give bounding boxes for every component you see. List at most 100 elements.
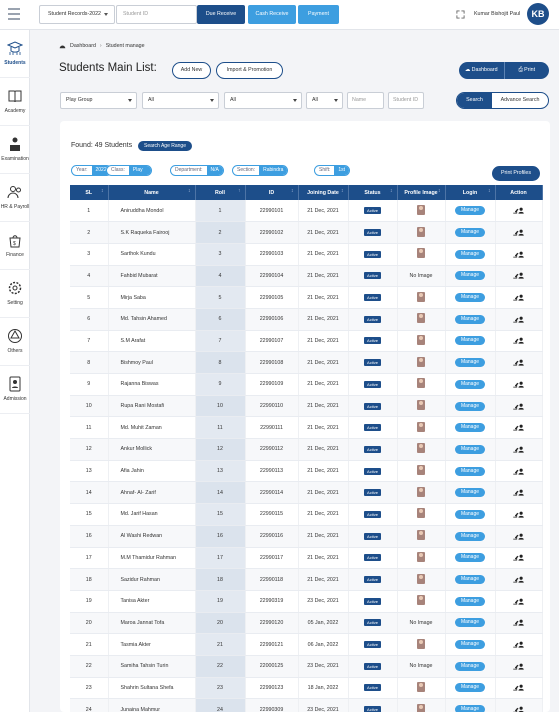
- user-icon[interactable]: [518, 359, 524, 366]
- profile-photo[interactable]: [417, 595, 425, 606]
- sidebar-item-hr-payroll[interactable]: HR & Payroll: [0, 174, 30, 222]
- manage-button[interactable]: Manage: [455, 228, 485, 238]
- user-icon[interactable]: [518, 620, 524, 626]
- user-icon[interactable]: [518, 685, 524, 692]
- user-icon[interactable]: [518, 424, 524, 431]
- import-promotion-button[interactable]: Import & Promotion: [216, 62, 283, 79]
- manage-button[interactable]: Manage: [455, 401, 485, 411]
- group-select[interactable]: Play Group: [60, 92, 137, 109]
- edit-icon[interactable]: [513, 577, 519, 583]
- edit-icon[interactable]: [513, 208, 519, 214]
- profile-photo[interactable]: [417, 638, 425, 649]
- dashboard-button[interactable]: ☁ Dashboard: [459, 62, 505, 79]
- edit-icon[interactable]: [513, 534, 519, 540]
- edit-icon[interactable]: [513, 556, 519, 561]
- edit-icon[interactable]: [513, 230, 519, 236]
- advance-search-button[interactable]: Advance Search: [492, 93, 548, 108]
- due-receive-button[interactable]: Due Receive: [197, 5, 245, 24]
- sidebar-item-finance[interactable]: $ Finance: [0, 222, 30, 270]
- manage-button[interactable]: Manage: [455, 379, 485, 389]
- edit-icon[interactable]: [513, 447, 519, 453]
- menu-icon[interactable]: [8, 8, 22, 20]
- user-name[interactable]: Kumar Bishojit Paul: [474, 11, 520, 17]
- manage-button[interactable]: Manage: [455, 314, 485, 324]
- user-icon[interactable]: [518, 294, 524, 301]
- profile-photo[interactable]: [417, 681, 425, 692]
- profile-photo[interactable]: [417, 378, 425, 389]
- user-icon[interactable]: [518, 316, 524, 323]
- manage-button[interactable]: Manage: [455, 509, 485, 519]
- fullscreen-icon[interactable]: [456, 10, 465, 19]
- manage-button[interactable]: Manage: [455, 336, 485, 346]
- edit-icon[interactable]: [513, 425, 519, 431]
- print-button[interactable]: ⎙ Print: [505, 62, 550, 79]
- user-icon[interactable]: [518, 554, 524, 561]
- user-icon[interactable]: [518, 576, 524, 583]
- user-icon[interactable]: [518, 229, 524, 236]
- edit-icon[interactable]: [513, 664, 519, 670]
- breadcrumb-home[interactable]: Dashboard: [70, 43, 96, 49]
- student-id-filter-input[interactable]: Student ID: [388, 92, 424, 109]
- col-name[interactable]: Name ↕: [108, 185, 196, 200]
- edit-icon[interactable]: [513, 707, 519, 712]
- user-icon[interactable]: [518, 273, 524, 279]
- manage-button[interactable]: Manage: [455, 249, 485, 259]
- user-icon[interactable]: [518, 511, 524, 518]
- edit-icon[interactable]: [513, 339, 519, 344]
- manage-button[interactable]: Manage: [455, 596, 485, 606]
- profile-photo[interactable]: [417, 313, 425, 324]
- student-id-input[interactable]: Student ID: [116, 5, 197, 24]
- edit-icon[interactable]: [513, 621, 519, 626]
- edit-icon[interactable]: [513, 491, 519, 496]
- edit-icon[interactable]: [513, 642, 519, 648]
- profile-photo[interactable]: [417, 204, 425, 215]
- manage-button[interactable]: Manage: [455, 618, 485, 628]
- profile-photo[interactable]: [417, 421, 425, 432]
- name-input[interactable]: Name: [347, 92, 384, 109]
- col-sl[interactable]: SL ↕: [70, 185, 109, 200]
- cash-receive-button[interactable]: Cash Receive: [248, 5, 296, 24]
- user-icon[interactable]: [518, 706, 524, 712]
- col-status[interactable]: Status ↕: [348, 185, 398, 200]
- edit-icon[interactable]: [513, 317, 519, 323]
- edit-icon[interactable]: [513, 252, 519, 258]
- user-icon[interactable]: [518, 338, 524, 345]
- edit-icon[interactable]: [513, 360, 519, 366]
- profile-photo[interactable]: [417, 443, 425, 454]
- edit-icon[interactable]: [513, 295, 519, 301]
- sidebar-item-academy[interactable]: Academy: [0, 78, 30, 126]
- edit-icon[interactable]: [513, 382, 519, 388]
- user-icon[interactable]: [518, 533, 524, 540]
- profile-photo[interactable]: [417, 530, 425, 541]
- avatar[interactable]: KB: [527, 3, 549, 25]
- manage-button[interactable]: Manage: [455, 206, 485, 216]
- manage-button[interactable]: Manage: [455, 683, 485, 693]
- profile-photo[interactable]: [417, 400, 425, 411]
- sidebar-item-admission[interactable]: Admission: [0, 366, 30, 414]
- sidebar-item-examination[interactable]: Examination: [0, 126, 30, 174]
- profile-photo[interactable]: [417, 334, 425, 345]
- payment-button[interactable]: Payment: [298, 5, 339, 24]
- manage-button[interactable]: Manage: [455, 575, 485, 585]
- sidebar-item-setting[interactable]: Setting: [0, 270, 30, 318]
- edit-icon[interactable]: [513, 686, 519, 691]
- manage-button[interactable]: Manage: [455, 553, 485, 563]
- col-login[interactable]: Login ↕: [445, 185, 496, 200]
- user-icon[interactable]: [518, 403, 524, 410]
- col-id[interactable]: ID ↕: [245, 185, 299, 200]
- manage-button[interactable]: Manage: [455, 358, 485, 368]
- user-icon[interactable]: [518, 207, 524, 214]
- col-joining-date[interactable]: Joining Date ↕: [298, 185, 349, 200]
- manage-button[interactable]: Manage: [455, 444, 485, 454]
- manage-button[interactable]: Manage: [455, 423, 485, 433]
- profile-photo[interactable]: [417, 551, 425, 562]
- manage-button[interactable]: Manage: [455, 466, 485, 476]
- manage-button[interactable]: Manage: [455, 271, 485, 281]
- edit-icon[interactable]: [513, 404, 519, 410]
- edit-icon[interactable]: [513, 469, 519, 475]
- edit-icon[interactable]: [513, 512, 519, 518]
- sidebar-item-others[interactable]: Others: [0, 318, 30, 366]
- user-icon[interactable]: [518, 446, 524, 453]
- manage-button[interactable]: Manage: [455, 293, 485, 303]
- filter-select-3[interactable]: All: [224, 92, 302, 109]
